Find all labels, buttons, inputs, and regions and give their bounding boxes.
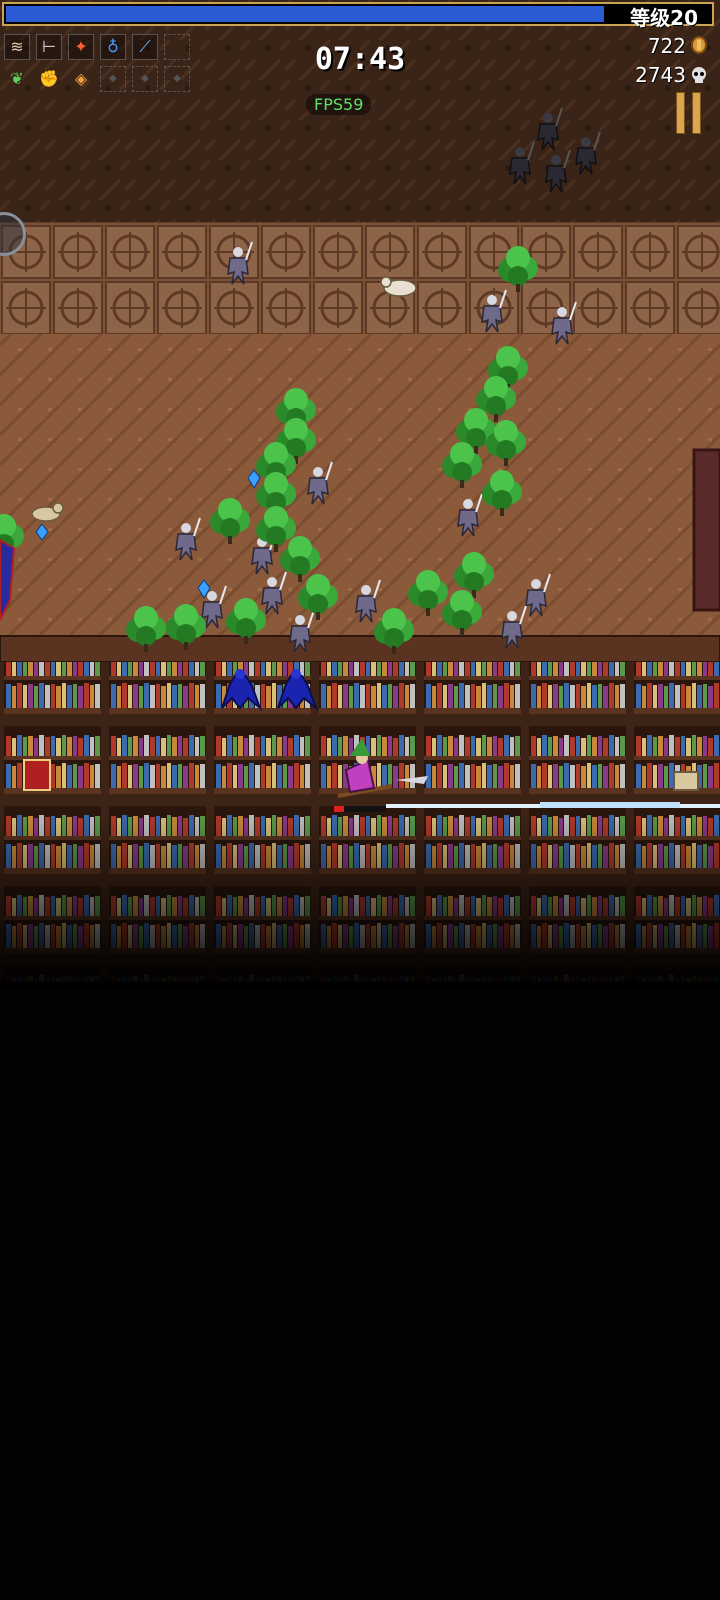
experience-bar: 等级20 — [2, 2, 714, 30]
shelf-top-rail — [0, 635, 720, 663]
kill-count: 2743 — [635, 63, 686, 87]
empty-slot — [164, 34, 190, 60]
coin-icon — [691, 36, 707, 54]
magic-wand-icon: ⟋ — [132, 34, 158, 60]
gauntlet-icon: ✊ — [39, 69, 59, 88]
carpet-door — [692, 448, 720, 612]
level-label: 等级20 — [630, 6, 698, 30]
fire-wand-icon: ✦ — [68, 34, 94, 60]
weapon-slots: ≋ ⊢ ✦ ♁ ⟋ — [4, 34, 190, 60]
dirt-floor — [0, 334, 720, 636]
experience-fill — [6, 6, 604, 22]
pause-button[interactable] — [676, 92, 702, 134]
empty-slot: ◆ — [132, 66, 158, 92]
leaf-icon: ❦ — [10, 69, 24, 88]
holy-water-icon: ♁ — [100, 34, 126, 60]
skull-icon — [692, 67, 706, 83]
empty-slot: ◆ — [164, 66, 190, 92]
fps-counter: FPS59 — [306, 94, 372, 115]
survival-timer: 07:43 — [314, 42, 406, 77]
shelf-fade — [0, 810, 720, 990]
gold-count: 722 — [647, 34, 686, 58]
whip-icon: ≋ — [4, 34, 30, 60]
empty-slot: ◆ — [100, 66, 126, 92]
knife-icon: ⊢ — [36, 34, 62, 60]
hud: 等级20 ≋ ⊢ ✦ ♁ ⟋ ❦ ✊ ◈ ◆ ◆ ◆ 07:43 FPS59 7… — [0, 0, 720, 140]
tiled-ledge — [0, 222, 720, 334]
void — [0, 990, 720, 1600]
chest-pickup — [673, 771, 699, 791]
passive-slots: ❦ ✊ ◈ ◆ ◆ ◆ — [4, 66, 190, 92]
game-scene — [0, 0, 720, 1600]
red-book-pickup — [23, 759, 51, 791]
candle-icon: ◈ — [74, 69, 88, 88]
